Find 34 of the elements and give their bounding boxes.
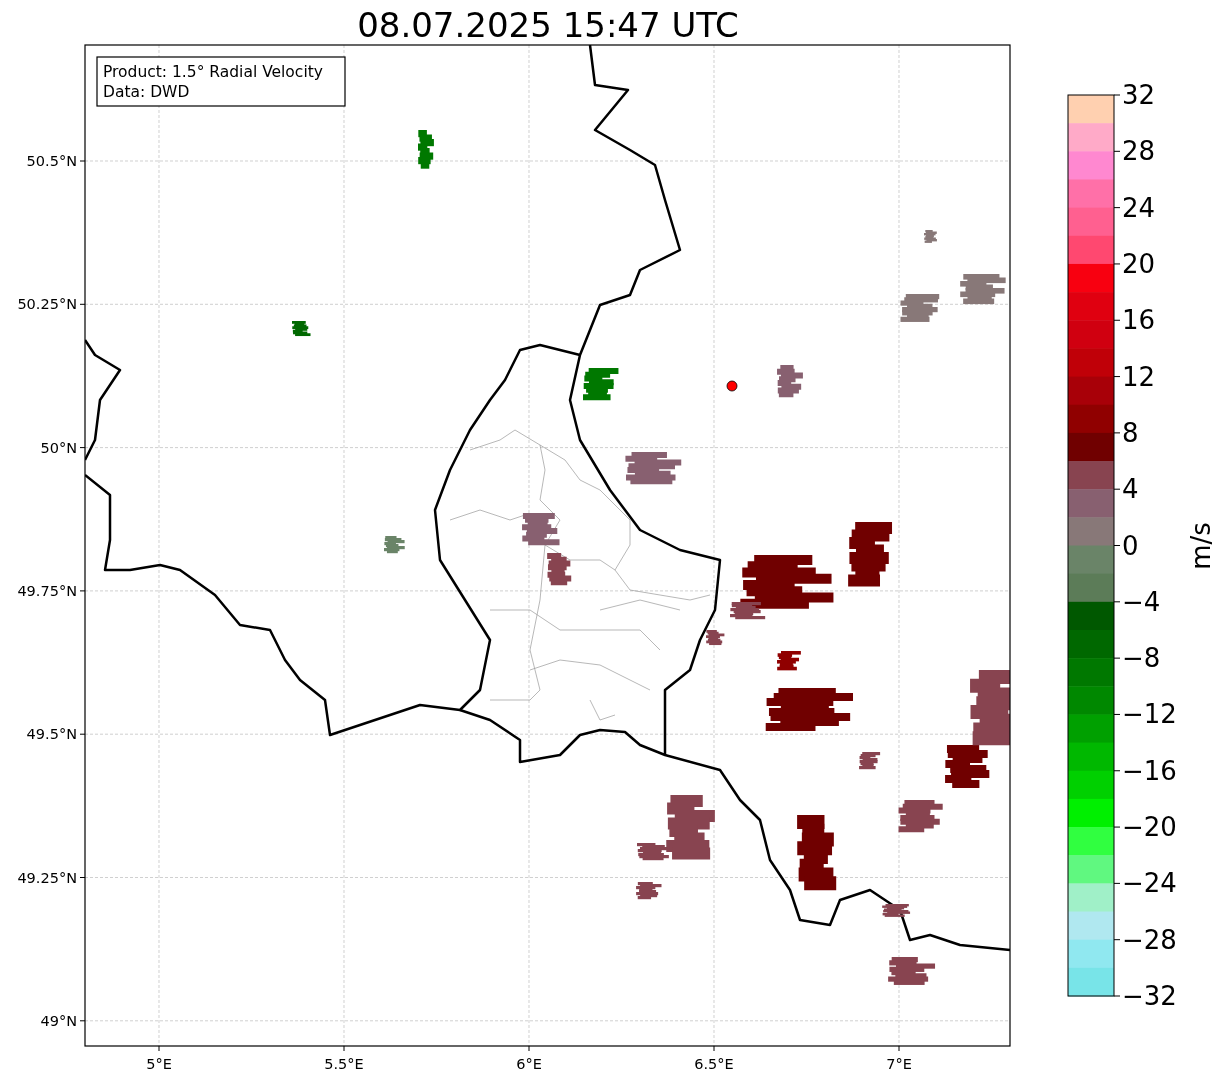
colorbar-tick-label: −16 — [1122, 755, 1177, 786]
colorbar-tick-label: 28 — [1122, 136, 1156, 167]
latitude-label: 49.25°N — [17, 869, 77, 886]
latitude-label: 50.25°N — [17, 296, 77, 313]
colorbar-tick-label: 8 — [1122, 417, 1139, 448]
latitude-label: 49.5°N — [26, 726, 77, 743]
info-text: Product: 1.5° Radial Velocity — [103, 63, 323, 81]
latitude-label: 49°N — [40, 1012, 77, 1029]
longitude-label: 5°E — [146, 1056, 172, 1072]
colorbar-tick-label: 24 — [1122, 192, 1156, 223]
latitude-label: 50°N — [40, 439, 77, 456]
colorbar-tick-label: −28 — [1122, 924, 1177, 955]
latitude-label: 50.5°N — [26, 153, 77, 169]
colorbar-tick-label: 32 — [1122, 80, 1156, 110]
longitude-label: 6.5°E — [694, 1056, 734, 1072]
colorbar-tick-label: 4 — [1122, 474, 1139, 505]
radar-site-marker-icon — [726, 380, 738, 392]
colorbar-tick-label: −20 — [1122, 812, 1177, 843]
colorbar-tick-label: 20 — [1122, 248, 1156, 279]
longitude-label: 5.5°E — [324, 1056, 364, 1072]
colorbar-label: m/s — [1186, 522, 1216, 570]
longitude-label: 6°E — [516, 1056, 542, 1072]
colorbar-tick-label: −12 — [1122, 699, 1177, 730]
plot-title: 08.07.2025 15:47 UTC — [357, 5, 739, 45]
colorbar-tick-label: 12 — [1122, 361, 1156, 392]
colorbar-tick-label: 0 — [1122, 530, 1139, 561]
info-text: Data: DWD — [103, 83, 190, 101]
latitude-label: 49.75°N — [17, 582, 77, 599]
colorbar-tick-label: −4 — [1122, 586, 1161, 617]
colorbar-tick-label: −8 — [1122, 643, 1161, 674]
longitude-label: 7°E — [886, 1056, 912, 1072]
colorbar-tick-label: −32 — [1122, 981, 1177, 1011]
colorbar-tick-label: 16 — [1122, 305, 1156, 336]
colorbar-tick-label: −24 — [1122, 868, 1177, 899]
